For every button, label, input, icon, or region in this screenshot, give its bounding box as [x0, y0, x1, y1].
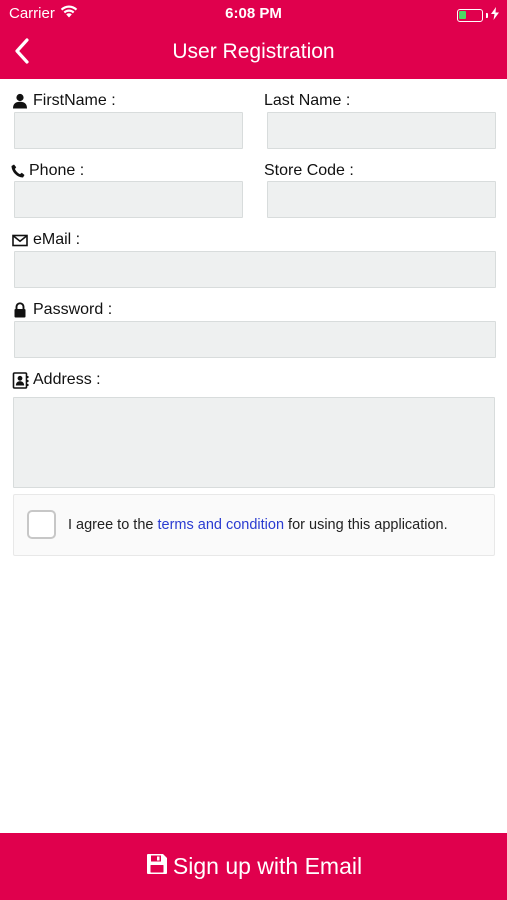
header-bar: Carrier 6:08 PM User Registration — [0, 0, 507, 79]
address-textarea[interactable] — [13, 397, 495, 488]
first-name-label: FirstName : — [33, 92, 116, 109]
envelope-icon — [11, 231, 29, 249]
phone-field[interactable] — [14, 181, 243, 218]
address-label-row: Address : — [11, 371, 101, 389]
last-name-field[interactable] — [267, 112, 496, 149]
password-label: Password : — [33, 301, 113, 318]
terms-prefix: I agree to the — [68, 517, 158, 533]
password-field[interactable] — [14, 321, 496, 358]
terms-link[interactable]: terms and condition — [157, 517, 284, 533]
terms-suffix: for using this application. — [284, 517, 448, 533]
store-code-label: Store Code : — [264, 162, 354, 179]
email-label-row: eMail : — [11, 231, 80, 249]
person-icon — [11, 92, 29, 110]
page-title: User Registration — [172, 40, 335, 63]
password-label-row: Password : — [11, 301, 112, 319]
navigation-bar: User Registration — [0, 30, 507, 76]
lock-icon — [11, 301, 29, 319]
email-label: eMail : — [33, 231, 81, 248]
charging-bolt-icon — [491, 7, 499, 24]
status-bar: Carrier 6:08 PM — [0, 0, 507, 28]
status-time: 6:08 PM — [225, 5, 282, 22]
battery-tip — [486, 13, 488, 18]
phone-label: Phone : — [29, 162, 85, 179]
floppy-disk-icon — [145, 852, 169, 882]
phone-label-row: Phone : — [10, 162, 84, 180]
store-code-field[interactable] — [267, 181, 496, 218]
address-label: Address : — [33, 371, 101, 388]
signup-button-label: Sign up with Email — [172, 853, 363, 879]
first-name-field[interactable] — [14, 112, 243, 149]
last-name-label: Last Name : — [264, 92, 351, 109]
terms-agreement-box: I agree to the terms and condition for u… — [13, 494, 495, 556]
first-name-label-row: FirstName : — [11, 92, 116, 110]
contact-card-icon — [11, 371, 29, 389]
store-code-label-row: Store Code : — [264, 162, 354, 180]
email-field[interactable] — [14, 251, 496, 288]
phone-icon — [10, 162, 25, 180]
terms-agreement-text: I agree to the terms and condition for u… — [68, 517, 448, 533]
last-name-label-row: Last Name : — [264, 92, 350, 110]
battery-indicator — [457, 7, 499, 24]
signup-email-button[interactable]: Sign up with Email — [0, 833, 507, 900]
battery-level — [459, 11, 466, 19]
terms-checkbox[interactable] — [27, 510, 56, 539]
battery-icon — [457, 9, 483, 22]
